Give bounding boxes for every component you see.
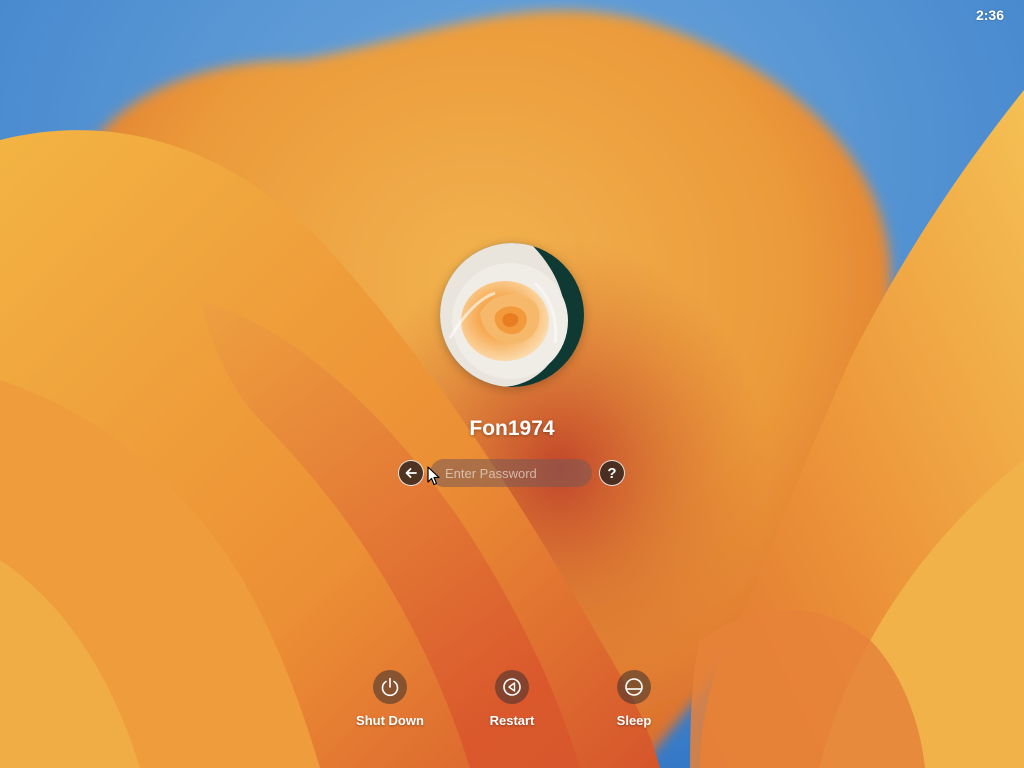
sleep-circle[interactable]: [617, 670, 651, 704]
help-button[interactable]: ?: [599, 460, 625, 486]
user-avatar: [440, 243, 584, 387]
login-screen: 2:36 Fon1974 ? Shut Down Restart Sleep: [0, 0, 1024, 768]
sleep-icon: [625, 678, 643, 696]
sleep-button[interactable]: Sleep: [579, 670, 689, 728]
restart-button[interactable]: Restart: [457, 670, 567, 728]
shut-down-button[interactable]: Shut Down: [335, 670, 445, 728]
shut-down-label: Shut Down: [356, 713, 424, 728]
question-mark-icon: ?: [607, 464, 617, 482]
password-field[interactable]: [430, 459, 592, 487]
clock: 2:36: [975, 7, 1004, 23]
shut-down-circle[interactable]: [373, 670, 407, 704]
sleep-label: Sleep: [616, 713, 652, 728]
back-button[interactable]: [398, 460, 424, 486]
rose-photo: [440, 243, 584, 387]
restart-label: Restart: [489, 713, 535, 728]
restart-circle[interactable]: [495, 670, 529, 704]
mouse-pointer-icon: [427, 466, 440, 486]
restart-icon: [503, 678, 521, 696]
power-icon: [381, 677, 399, 697]
username-label: Fon1974: [469, 417, 555, 440]
arrow-left-circle-icon: [405, 468, 417, 478]
